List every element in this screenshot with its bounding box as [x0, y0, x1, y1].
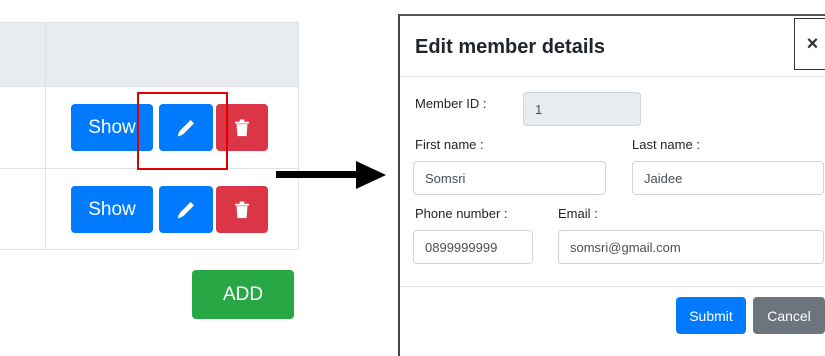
- row-divider: [0, 249, 299, 250]
- table-right-border: [298, 22, 299, 250]
- first-name-label: First name :: [415, 137, 484, 152]
- first-name-field[interactable]: Somsri: [413, 161, 606, 195]
- edit-member-modal: Edit member details × Member ID : 1 Firs…: [398, 14, 825, 356]
- close-button[interactable]: ×: [794, 18, 825, 70]
- email-label: Email :: [558, 206, 598, 221]
- last-name-field[interactable]: Jaidee: [632, 161, 824, 195]
- add-button[interactable]: ADD: [192, 270, 294, 319]
- row-divider: [0, 86, 299, 87]
- edit-button[interactable]: [159, 186, 213, 233]
- column-divider: [45, 22, 46, 250]
- phone-field[interactable]: 0899999999: [413, 230, 533, 264]
- member-id-field: 1: [523, 92, 641, 126]
- member-id-label: Member ID :: [415, 96, 487, 111]
- submit-button[interactable]: Submit: [676, 297, 746, 334]
- trash-icon: [235, 119, 249, 137]
- show-button[interactable]: Show: [71, 186, 153, 233]
- delete-button[interactable]: [216, 186, 268, 233]
- edit-highlight-box: [137, 92, 228, 170]
- modal-header: Edit member details ×: [400, 16, 825, 77]
- modal-footer-divider: [400, 286, 825, 287]
- arrow-shaft: [276, 171, 360, 178]
- trash-icon: [235, 201, 249, 219]
- phone-label: Phone number :: [415, 206, 508, 221]
- email-field[interactable]: somsri@gmail.com: [558, 230, 824, 264]
- arrow-right-icon: [356, 161, 386, 189]
- pencil-icon: [177, 201, 194, 218]
- cancel-button[interactable]: Cancel: [753, 297, 825, 334]
- modal-title: Edit member details: [415, 36, 606, 58]
- last-name-label: Last name :: [632, 137, 700, 152]
